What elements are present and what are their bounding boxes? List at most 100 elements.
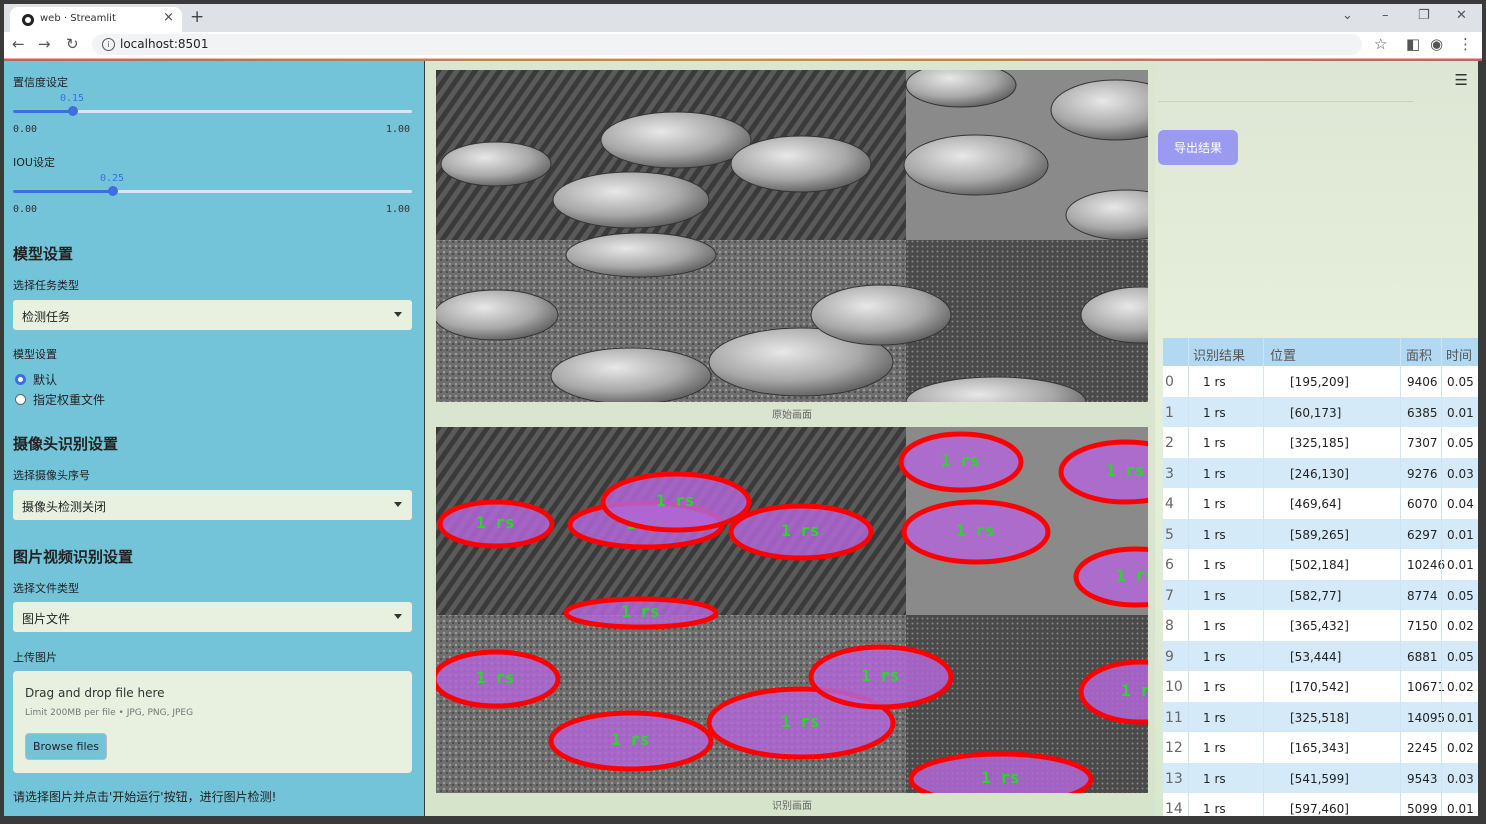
table-row: 12 1 rs [165,343] 2245 0.02 — [1163, 732, 1478, 763]
forward-icon[interactable]: → — [38, 35, 51, 53]
detection-label: 1 rs — [656, 491, 695, 510]
detection-label: 1 rs — [1121, 681, 1148, 700]
cell-result: 1 rs — [1203, 741, 1226, 755]
detection-label: 1 rs — [1106, 461, 1145, 480]
confidence-slider-thumb[interactable] — [68, 106, 78, 116]
reload-icon[interactable]: ↻ — [66, 35, 79, 53]
cell-time: 0.05 — [1447, 649, 1474, 664]
radio-default[interactable] — [15, 374, 26, 385]
row-index: 1 — [1165, 404, 1174, 421]
cell-result: 1 rs — [1203, 405, 1226, 420]
confidence-min: 0.00 — [13, 124, 38, 135]
radio-custom-weights-label[interactable]: 指定权重文件 — [33, 391, 105, 408]
header-area[interactable]: 面积 — [1406, 345, 1432, 364]
cell-area: 8774 — [1407, 588, 1438, 603]
minimize-icon[interactable]: – — [1382, 8, 1389, 23]
export-results-button[interactable]: 导出结果 — [1158, 130, 1238, 165]
table-row: 1 1 rs [60,173] 6385 0.01 — [1163, 396, 1478, 427]
cell-time: 0.01 — [1447, 558, 1474, 572]
iou-slider-fill — [13, 190, 113, 193]
cell-result: 1 rs — [1203, 802, 1226, 816]
result-image-caption: 识别画面 — [772, 801, 812, 812]
row-index: 0 — [1165, 374, 1174, 390]
cell-result: 1 rs — [1203, 771, 1226, 786]
table-row: 5 1 rs [589,265] 6297 0.01 — [1163, 518, 1478, 549]
cell-result: 1 rs — [1203, 619, 1226, 633]
table-row: 2 1 rs [325,185] 7307 0.05 — [1163, 427, 1478, 458]
results-table: 识别结果 位置 面积 时间 0 1 rs [195,209] 9406 0.05 1 1 r… — [1163, 338, 1478, 816]
cell-time: 0.01 — [1447, 802, 1474, 816]
iou-max: 1.00 — [386, 204, 411, 215]
bookmark-star-icon[interactable]: ☆ — [1374, 35, 1387, 53]
task-type-label: 选择任务类型 — [13, 279, 79, 292]
row-index: 10 — [1165, 679, 1183, 695]
header-position[interactable]: 位置 — [1270, 345, 1296, 364]
cell-area: 6385 — [1407, 405, 1438, 420]
browser-tab-bar: web · Streamlit × + ⌄ – ❐ ✕ — [4, 4, 1482, 32]
original-image-caption: 原始画面 — [772, 410, 812, 421]
cell-position: [582,77] — [1290, 588, 1342, 603]
cell-position: [246,130] — [1290, 466, 1349, 481]
browse-files-button[interactable]: Browse files — [25, 733, 107, 760]
side-panel-icon[interactable]: ◧ — [1406, 35, 1420, 53]
confidence-slider-fill — [13, 110, 73, 113]
file-type-select[interactable]: 图片文件 — [13, 602, 412, 632]
address-bar: ← → ↻ i localhost:8501 ☆ ◧ ◉ ⋮ — [4, 32, 1482, 59]
restore-icon[interactable]: ❐ — [1418, 8, 1430, 23]
detection-label: 1 rs — [1116, 566, 1148, 585]
browser-menu-icon[interactable]: ⋮ — [1458, 35, 1473, 53]
back-icon[interactable]: ← — [12, 35, 25, 53]
confidence-value: 0.15 — [60, 93, 85, 104]
model-label: 模型设置 — [13, 348, 57, 361]
header-result[interactable]: 识别结果 — [1193, 345, 1245, 364]
header-time[interactable]: 时间 — [1446, 345, 1472, 364]
detection-label: 1 rs — [611, 730, 650, 749]
new-tab-icon[interactable]: + — [190, 7, 204, 27]
confidence-slider[interactable] — [13, 106, 412, 116]
column-separator — [1188, 338, 1189, 816]
profile-avatar-icon[interactable]: ◉ — [1430, 35, 1443, 53]
file-uploader-dropzone[interactable]: Drag and drop file here Limit 200MB per … — [13, 671, 412, 773]
cell-position: [469,64] — [1290, 497, 1342, 511]
cell-result: 1 rs — [1203, 466, 1226, 481]
cell-position: [53,444] — [1290, 649, 1342, 664]
detection-label: 1 rs — [981, 768, 1020, 787]
upload-limit: Limit 200MB per file • JPG, PNG, JPEG — [25, 708, 194, 718]
close-window-icon[interactable]: ✕ — [1456, 8, 1467, 23]
radio-custom-weights[interactable] — [15, 394, 26, 405]
iou-slider[interactable] — [13, 186, 412, 196]
cell-position: [165,343] — [1290, 741, 1349, 755]
row-index: 9 — [1165, 648, 1174, 665]
cell-time: 0.03 — [1447, 466, 1474, 481]
tab-search-icon[interactable]: ⌄ — [1342, 8, 1353, 23]
cell-result: 1 rs — [1203, 497, 1226, 511]
cell-time: 0.02 — [1447, 680, 1474, 694]
table-row: 3 1 rs [246,130] 9276 0.03 — [1163, 457, 1478, 488]
cell-area: 7307 — [1407, 436, 1438, 450]
cell-area: 2245 — [1407, 741, 1438, 755]
camera-index-label: 选择摄像头序号 — [13, 469, 90, 482]
cell-time: 0.05 — [1447, 588, 1474, 603]
cell-area: 5099 — [1407, 802, 1438, 816]
table-row: 7 1 rs [582,77] 8774 0.05 — [1163, 579, 1478, 610]
table-row: 9 1 rs [53,444] 6881 0.05 — [1163, 640, 1478, 671]
row-index: 13 — [1165, 770, 1183, 787]
instruction-hint: 请选择图片并点击'开始运行'按钮，进行图片检测! — [13, 790, 277, 804]
cell-area: 6070 — [1407, 497, 1438, 511]
detection-label: 1 rs — [861, 666, 900, 685]
task-type-select[interactable]: 检测任务 — [13, 300, 412, 330]
radio-default-label[interactable]: 默认 — [33, 371, 57, 388]
url-input[interactable]: i localhost:8501 — [92, 34, 1362, 55]
iou-slider-thumb[interactable] — [108, 186, 118, 196]
cell-result: 1 rs — [1203, 649, 1226, 664]
table-row: 4 1 rs [469,64] 6070 0.04 — [1163, 488, 1478, 519]
cell-result: 1 rs — [1203, 527, 1226, 542]
cell-area: 6881 — [1407, 649, 1438, 664]
browser-tab[interactable]: web · Streamlit × — [10, 7, 182, 32]
cell-area: 6297 — [1407, 527, 1438, 542]
site-info-icon[interactable]: i — [102, 38, 115, 51]
camera-index-select[interactable]: 摄像头检测关闭 — [13, 490, 412, 520]
hamburger-menu-icon[interactable]: ☰ — [1455, 71, 1468, 89]
close-tab-icon[interactable]: × — [163, 10, 174, 25]
streamlit-favicon-icon — [22, 14, 34, 26]
